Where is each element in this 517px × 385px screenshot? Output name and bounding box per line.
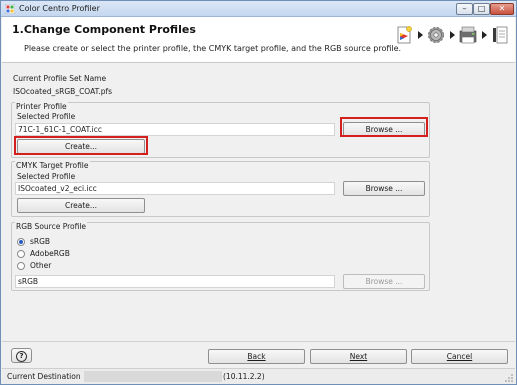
cmyk-profile-field[interactable]: ISOcoated_v2_eci.icc (15, 182, 335, 195)
maximize-button[interactable]: □ (473, 3, 490, 15)
printer-selected-profile-label: Selected Profile (17, 112, 76, 121)
cancel-button[interactable]: Cancel (411, 349, 508, 364)
status-bar: Current Destination (10.11.2.2) (2, 368, 515, 384)
printer-profile-icon (397, 26, 412, 44)
radio-adobergb-label: AdobeRGB (30, 249, 70, 258)
wizard-header: 1.Change Component Profiles Please creat… (2, 17, 515, 63)
page-description: Please create or select the printer prof… (24, 44, 402, 53)
cmyk-selected-profile-label: Selected Profile (17, 172, 76, 181)
minimize-button[interactable]: – (456, 3, 473, 15)
printer-icon (459, 26, 477, 44)
back-button-label: Back (247, 352, 266, 361)
cmyk-create-button[interactable]: Create... (17, 198, 145, 213)
close-icon: ✕ (498, 4, 506, 13)
printer-profile-field[interactable]: 71C-1_61C-1_COAT.icc (15, 123, 335, 136)
title-bar[interactable]: Color Centro Profiler – □ ✕ (1, 1, 516, 17)
step-arrow-icon (482, 31, 487, 39)
create-highlight-box (14, 136, 148, 155)
footer-divider (2, 341, 515, 342)
radio-adobergb-button[interactable] (17, 250, 25, 258)
window-title: Color Centro Profiler (19, 4, 100, 13)
profile-set-value: ISOcoated_sRGB_COAT.pfs (13, 87, 113, 96)
maximize-icon: □ (477, 4, 486, 13)
help-icon: ? (16, 351, 27, 362)
app-icon (5, 4, 15, 14)
step-arrow-icon (418, 31, 423, 39)
rgb-browse-button[interactable]: Browse ... (343, 274, 425, 289)
gear-icon (428, 27, 444, 43)
rgb-profile-field[interactable]: sRGB (15, 275, 335, 288)
document-icon (493, 26, 508, 44)
application-window: Color Centro Profiler – □ ✕ 1.Change Com… (0, 0, 517, 385)
radio-srgb-label: sRGB (30, 237, 51, 246)
next-button-label: Next (349, 352, 368, 361)
cancel-button-label: Cancel (446, 352, 473, 361)
destination-ip: (10.11.2.2) (223, 372, 265, 381)
back-button[interactable]: Back (208, 349, 305, 364)
rgb-profile-group-title: RGB Source Profile (15, 222, 88, 231)
cmyk-browse-button[interactable]: Browse ... (343, 181, 425, 196)
current-destination-label: Current Destination (7, 372, 81, 381)
resize-grip-icon[interactable] (505, 374, 513, 382)
radio-other-button[interactable] (17, 262, 25, 270)
close-button[interactable]: ✕ (490, 3, 514, 15)
next-button[interactable]: Next (310, 349, 407, 364)
browse-highlight-box (340, 117, 428, 137)
cmyk-profile-group-title: CMYK Target Profile (15, 161, 90, 170)
radio-srgb-button[interactable] (17, 238, 25, 246)
page-title: 1.Change Component Profiles (12, 23, 196, 36)
step-indicator (394, 25, 512, 47)
destination-name-redacted (84, 371, 222, 382)
rgb-profile-group: RGB Source Profile sRGB AdobeRGB Other s… (11, 222, 430, 291)
printer-profile-group-title: Printer Profile (15, 102, 68, 111)
help-button[interactable]: ? (11, 348, 32, 363)
minimize-icon: – (462, 4, 467, 13)
cmyk-profile-group: CMYK Target Profile Selected Profile ISO… (11, 161, 430, 217)
radio-other-label: Other (30, 261, 52, 270)
step-arrow-icon (450, 31, 455, 39)
profile-set-label: Current Profile Set Name (13, 74, 107, 83)
